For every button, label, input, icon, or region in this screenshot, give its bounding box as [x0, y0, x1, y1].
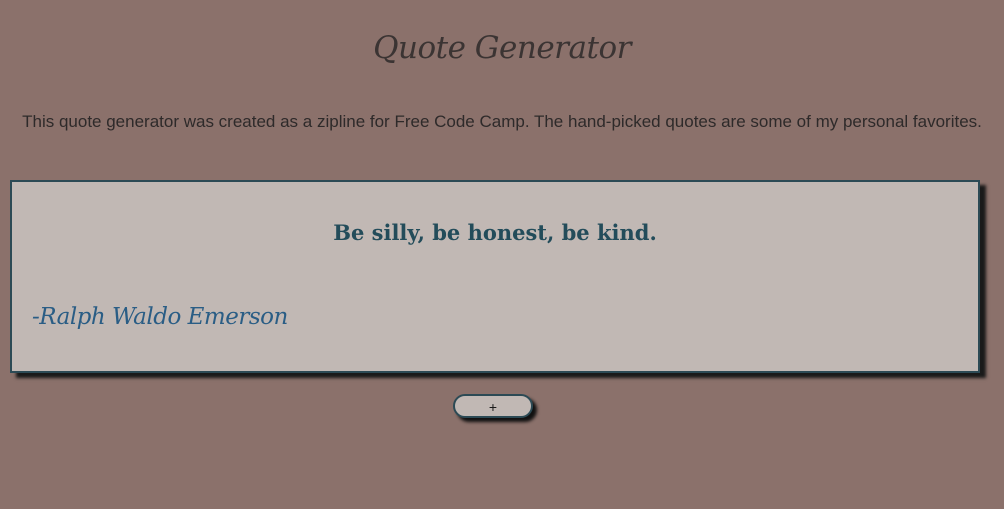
- quote-author: -Ralph Waldo Emerson: [32, 304, 288, 330]
- new-quote-button[interactable]: +: [453, 394, 533, 418]
- quote-text: Be silly, be honest, be kind.: [333, 220, 657, 245]
- intro-text: This quote generator was created as a zi…: [22, 112, 982, 131]
- page-title: Quote Generator: [373, 30, 631, 66]
- quote-card: Be silly, be honest, be kind. -Ralph Wal…: [10, 180, 980, 373]
